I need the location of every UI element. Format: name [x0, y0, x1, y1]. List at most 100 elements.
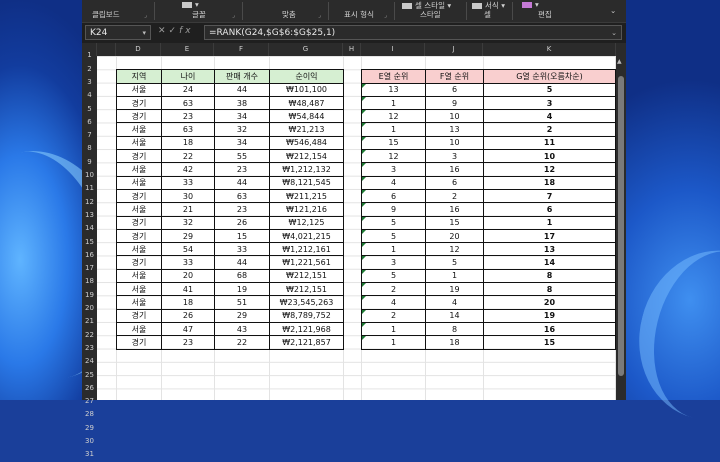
table-cell[interactable]: 18 [483, 175, 616, 190]
table-cell[interactable]: 13 [483, 242, 616, 257]
table-cell[interactable]: 17 [483, 228, 616, 244]
row-header[interactable]: 22 [82, 329, 97, 342]
table-cell[interactable]: 서울 [116, 202, 162, 217]
table-cell[interactable]: 경기 [116, 95, 162, 111]
table-cell[interactable]: 16 [483, 321, 616, 337]
table-cell[interactable]: 서울 [116, 135, 162, 151]
table-cell[interactable]: 12 [361, 109, 426, 124]
row-header[interactable]: 4 [82, 89, 97, 102]
table-cell[interactable]: 서울 [116, 162, 162, 177]
table-cell[interactable]: 11 [483, 135, 616, 151]
table-cell[interactable]: ₩21,213 [269, 122, 344, 137]
ribbon-group-clipboard[interactable]: 클립보드 [92, 9, 120, 20]
row-header[interactable]: 18 [82, 275, 97, 288]
table-cell[interactable]: ₩1,212,161 [269, 242, 344, 257]
table-cell[interactable]: ₩4,021,215 [269, 228, 344, 244]
table-cell[interactable]: 5 [483, 82, 616, 97]
table-cell[interactable]: 34 [214, 135, 270, 151]
row-header[interactable]: 30 [82, 435, 97, 448]
table-cell[interactable]: 15 [214, 228, 270, 244]
table-cell[interactable]: 1 [361, 242, 426, 257]
table-cell[interactable]: 2 [361, 308, 426, 323]
table-cell[interactable]: 8 [425, 321, 484, 337]
row-header[interactable]: 7 [82, 129, 97, 142]
table-cell[interactable]: 7 [483, 188, 616, 204]
worksheet-grid[interactable]: 지역 나이 판매 개수 순이익 서울 24 44 ₩101,100 경기 63 38 ₩48,… [97, 56, 616, 400]
table-cell[interactable]: ₩2,121,857 [269, 335, 344, 350]
table-cell[interactable]: 경기 [116, 255, 162, 270]
table-cell[interactable]: 54 [161, 242, 215, 257]
table-cell[interactable]: 6 [425, 82, 484, 97]
formula-input[interactable]: =RANK(G24,$G$6:$G$25,1) ⌄ [204, 25, 622, 40]
table-cell[interactable]: 12 [361, 149, 426, 164]
dialog-launcher-icon[interactable]: ⌟ [318, 12, 321, 19]
table-cell[interactable]: 47 [161, 321, 215, 337]
table-cell[interactable]: 경기 [116, 308, 162, 323]
table-cell[interactable]: 18 [425, 335, 484, 350]
table-cell[interactable]: 서울 [116, 268, 162, 284]
table-cell[interactable]: 19 [214, 282, 270, 297]
table-cell[interactable]: 경기 [116, 215, 162, 230]
table-cell[interactable]: 4 [361, 295, 426, 310]
table-cell[interactable]: 34 [214, 109, 270, 124]
table-cell[interactable]: 26 [161, 308, 215, 323]
font-icon[interactable]: ▾ [182, 0, 199, 9]
row-header[interactable]: 26 [82, 382, 97, 395]
vertical-scrollbar[interactable]: ▲ [616, 56, 626, 400]
table-cell[interactable]: 51 [214, 295, 270, 310]
table-cell[interactable]: 서울 [116, 282, 162, 297]
table-cell[interactable]: 29 [161, 228, 215, 244]
header-net-profit[interactable]: 순이익 [269, 69, 344, 84]
table-cell[interactable]: 10 [483, 149, 616, 164]
header-e-rank[interactable]: E열 순위 [361, 69, 426, 84]
table-cell[interactable]: ₩211,215 [269, 188, 344, 204]
row-header[interactable]: 10 [82, 169, 97, 182]
table-cell[interactable]: 서울 [116, 122, 162, 137]
table-cell[interactable]: 3 [361, 255, 426, 270]
table-cell[interactable]: ₩546,484 [269, 135, 344, 151]
row-header[interactable]: 20 [82, 302, 97, 315]
table-cell[interactable]: 4 [425, 295, 484, 310]
table-cell[interactable]: 4 [361, 175, 426, 190]
table-cell[interactable]: 15 [483, 335, 616, 350]
table-cell[interactable]: ₩1,212,132 [269, 162, 344, 177]
table-cell[interactable]: ₩121,216 [269, 202, 344, 217]
table-cell[interactable]: 19 [483, 308, 616, 323]
table-cell[interactable]: 20 [161, 268, 215, 284]
column-header-h[interactable]: H [343, 43, 361, 56]
table-cell[interactable]: 경기 [116, 149, 162, 164]
table-cell[interactable]: ₩54,844 [269, 109, 344, 124]
table-cell[interactable]: 43 [214, 321, 270, 337]
table-cell[interactable]: 19 [425, 282, 484, 297]
table-cell[interactable]: ₩8,121,545 [269, 175, 344, 190]
table-cell[interactable]: 서울 [116, 321, 162, 337]
column-header-g[interactable]: G [269, 43, 343, 56]
header-sales-count[interactable]: 판매 개수 [214, 69, 270, 84]
table-cell[interactable]: 23 [161, 335, 215, 350]
table-cell[interactable]: 3 [483, 95, 616, 111]
chevron-down-icon[interactable]: ▾ [142, 26, 146, 41]
table-cell[interactable]: 18 [161, 135, 215, 151]
table-cell[interactable]: 서울 [116, 82, 162, 97]
table-cell[interactable]: 33 [161, 175, 215, 190]
table-cell[interactable]: 6 [425, 175, 484, 190]
table-cell[interactable]: ₩8,789,752 [269, 308, 344, 323]
column-header-k[interactable]: K [483, 43, 616, 56]
table-cell[interactable]: 6 [483, 202, 616, 217]
table-cell[interactable]: 63 [214, 188, 270, 204]
table-cell[interactable]: 23 [161, 109, 215, 124]
table-cell[interactable]: 33 [214, 242, 270, 257]
header-g-rank[interactable]: G열 순위(오름차순) [483, 69, 616, 84]
row-header[interactable]: 29 [82, 422, 97, 435]
scroll-up-icon[interactable]: ▲ [617, 58, 622, 65]
column-header-f[interactable]: F [214, 43, 269, 56]
table-cell[interactable]: ₩212,151 [269, 282, 344, 297]
insert-function-icon[interactable]: fx [179, 26, 194, 36]
table-cell[interactable]: 68 [214, 268, 270, 284]
table-cell[interactable]: 42 [161, 162, 215, 177]
dialog-launcher-icon[interactable]: ⌟ [144, 12, 147, 19]
header-age[interactable]: 나이 [161, 69, 215, 84]
row-header[interactable]: 13 [82, 209, 97, 222]
table-cell[interactable]: 15 [361, 135, 426, 151]
table-cell[interactable]: 16 [425, 162, 484, 177]
